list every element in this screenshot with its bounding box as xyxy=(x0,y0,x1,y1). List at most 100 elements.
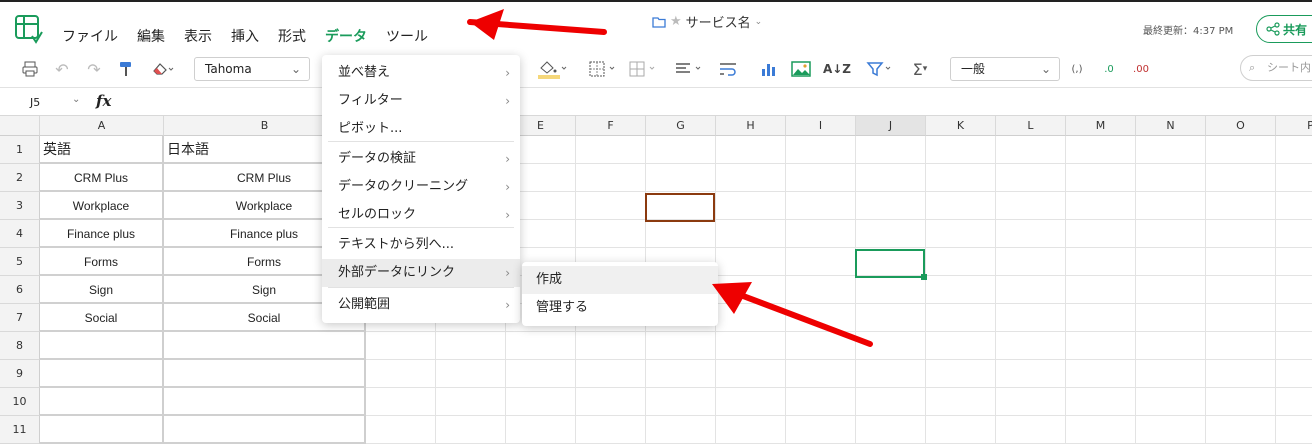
wrap-text-icon[interactable] xyxy=(716,58,740,80)
row-header-8[interactable]: 8 xyxy=(0,332,40,360)
cell-m8[interactable] xyxy=(1066,332,1136,360)
cell-k11[interactable] xyxy=(926,416,996,444)
cell-k1[interactable] xyxy=(926,136,996,164)
cell-i5[interactable] xyxy=(786,248,856,276)
cell-o4[interactable] xyxy=(1206,220,1276,248)
column-header-p[interactable]: P xyxy=(1276,116,1312,136)
menu-tools[interactable]: ツール xyxy=(386,26,428,46)
data-menu-item-2[interactable]: ピボット... xyxy=(322,115,520,143)
cell-f1[interactable] xyxy=(576,136,646,164)
cell-i6[interactable] xyxy=(786,276,856,304)
cell-g4[interactable] xyxy=(646,220,716,248)
cell-o9[interactable] xyxy=(1206,360,1276,388)
cell-h2[interactable] xyxy=(716,164,786,192)
cell-m11[interactable] xyxy=(1066,416,1136,444)
cell-l9[interactable] xyxy=(996,360,1066,388)
cell-f2[interactable] xyxy=(576,164,646,192)
column-header-g[interactable]: G xyxy=(646,116,716,136)
cell-m3[interactable] xyxy=(1066,192,1136,220)
menu-edit[interactable]: 編集 xyxy=(137,26,165,46)
cell-n2[interactable] xyxy=(1136,164,1206,192)
cell-a5[interactable]: Forms xyxy=(40,248,164,276)
row-header-9[interactable]: 9 xyxy=(0,360,40,388)
format-painter-icon[interactable] xyxy=(116,58,136,80)
cell-i8[interactable] xyxy=(786,332,856,360)
cell-d9[interactable] xyxy=(436,360,506,388)
cell-k9[interactable] xyxy=(926,360,996,388)
column-header-m[interactable]: M xyxy=(1066,116,1136,136)
cell-o5[interactable] xyxy=(1206,248,1276,276)
cell-l6[interactable] xyxy=(996,276,1066,304)
row-header-5[interactable]: 5 xyxy=(0,248,40,276)
column-header-a[interactable]: A xyxy=(40,116,164,136)
data-menu-item-8[interactable]: 公開範囲 › xyxy=(322,291,520,319)
cell-p5[interactable] xyxy=(1276,248,1312,276)
cell-i11[interactable] xyxy=(786,416,856,444)
cell-p7[interactable] xyxy=(1276,304,1312,332)
column-header-o[interactable]: O xyxy=(1206,116,1276,136)
cell-k5[interactable] xyxy=(926,248,996,276)
cell-k8[interactable] xyxy=(926,332,996,360)
cell-k10[interactable] xyxy=(926,388,996,416)
data-menu-item-0[interactable]: 並べ替え › xyxy=(322,59,520,87)
cell-k2[interactable] xyxy=(926,164,996,192)
cell-p1[interactable] xyxy=(1276,136,1312,164)
star-icon[interactable]: ★ xyxy=(670,14,682,29)
row-header-4[interactable]: 4 xyxy=(0,220,40,248)
cell-g10[interactable] xyxy=(646,388,716,416)
cell-n1[interactable] xyxy=(1136,136,1206,164)
cell-l3[interactable] xyxy=(996,192,1066,220)
cell-i2[interactable] xyxy=(786,164,856,192)
cell-j8[interactable] xyxy=(856,332,926,360)
cell-n10[interactable] xyxy=(1136,388,1206,416)
data-menu-item-7[interactable]: 外部データにリンク › xyxy=(322,259,520,287)
clear-format-icon[interactable] xyxy=(148,58,178,80)
cell-a1[interactable]: 英語 xyxy=(40,136,164,164)
sort-az-icon[interactable]: A↓Z xyxy=(820,58,854,80)
cell-g1[interactable] xyxy=(646,136,716,164)
image-icon[interactable] xyxy=(790,58,812,80)
document-title[interactable]: ★ サービス名 ⌄ xyxy=(652,12,762,31)
cell-p3[interactable] xyxy=(1276,192,1312,220)
cell-a4[interactable]: Finance plus xyxy=(40,220,164,248)
select-all-corner[interactable] xyxy=(0,116,40,136)
cell-l8[interactable] xyxy=(996,332,1066,360)
row-header-7[interactable]: 7 xyxy=(0,304,40,332)
row-header-10[interactable]: 10 xyxy=(0,388,40,416)
cell-m7[interactable] xyxy=(1066,304,1136,332)
font-family-select[interactable]: Tahoma ⌄ xyxy=(194,57,310,81)
cell-e9[interactable] xyxy=(506,360,576,388)
align-icon[interactable] xyxy=(672,58,708,80)
cell-k4[interactable] xyxy=(926,220,996,248)
cell-j2[interactable] xyxy=(856,164,926,192)
cell-o8[interactable] xyxy=(1206,332,1276,360)
cell-k3[interactable] xyxy=(926,192,996,220)
menu-insert[interactable]: 挿入 xyxy=(231,26,259,46)
cell-a9[interactable] xyxy=(40,360,164,388)
menu-file[interactable]: ファイル xyxy=(62,26,118,46)
cell-n6[interactable] xyxy=(1136,276,1206,304)
print-icon[interactable] xyxy=(20,58,40,80)
cell-j3[interactable] xyxy=(856,192,926,220)
cell-b8[interactable] xyxy=(164,332,366,360)
name-box[interactable]: J5 xyxy=(30,96,40,109)
column-header-l[interactable]: L xyxy=(996,116,1066,136)
cell-e11[interactable] xyxy=(506,416,576,444)
cell-j4[interactable] xyxy=(856,220,926,248)
cell-o10[interactable] xyxy=(1206,388,1276,416)
cell-n3[interactable] xyxy=(1136,192,1206,220)
submenu-item-manage[interactable]: 管理する xyxy=(522,294,718,322)
submenu-item-create[interactable]: 作成 xyxy=(522,266,718,294)
cell-p8[interactable] xyxy=(1276,332,1312,360)
cell-o6[interactable] xyxy=(1206,276,1276,304)
cell-n7[interactable] xyxy=(1136,304,1206,332)
column-header-f[interactable]: F xyxy=(576,116,646,136)
cell-l4[interactable] xyxy=(996,220,1066,248)
cell-g9[interactable] xyxy=(646,360,716,388)
cell-h8[interactable] xyxy=(716,332,786,360)
cell-m9[interactable] xyxy=(1066,360,1136,388)
cell-j11[interactable] xyxy=(856,416,926,444)
cell-c11[interactable] xyxy=(366,416,436,444)
cell-b11[interactable] xyxy=(164,416,366,444)
merge-cells-icon[interactable] xyxy=(626,58,662,80)
